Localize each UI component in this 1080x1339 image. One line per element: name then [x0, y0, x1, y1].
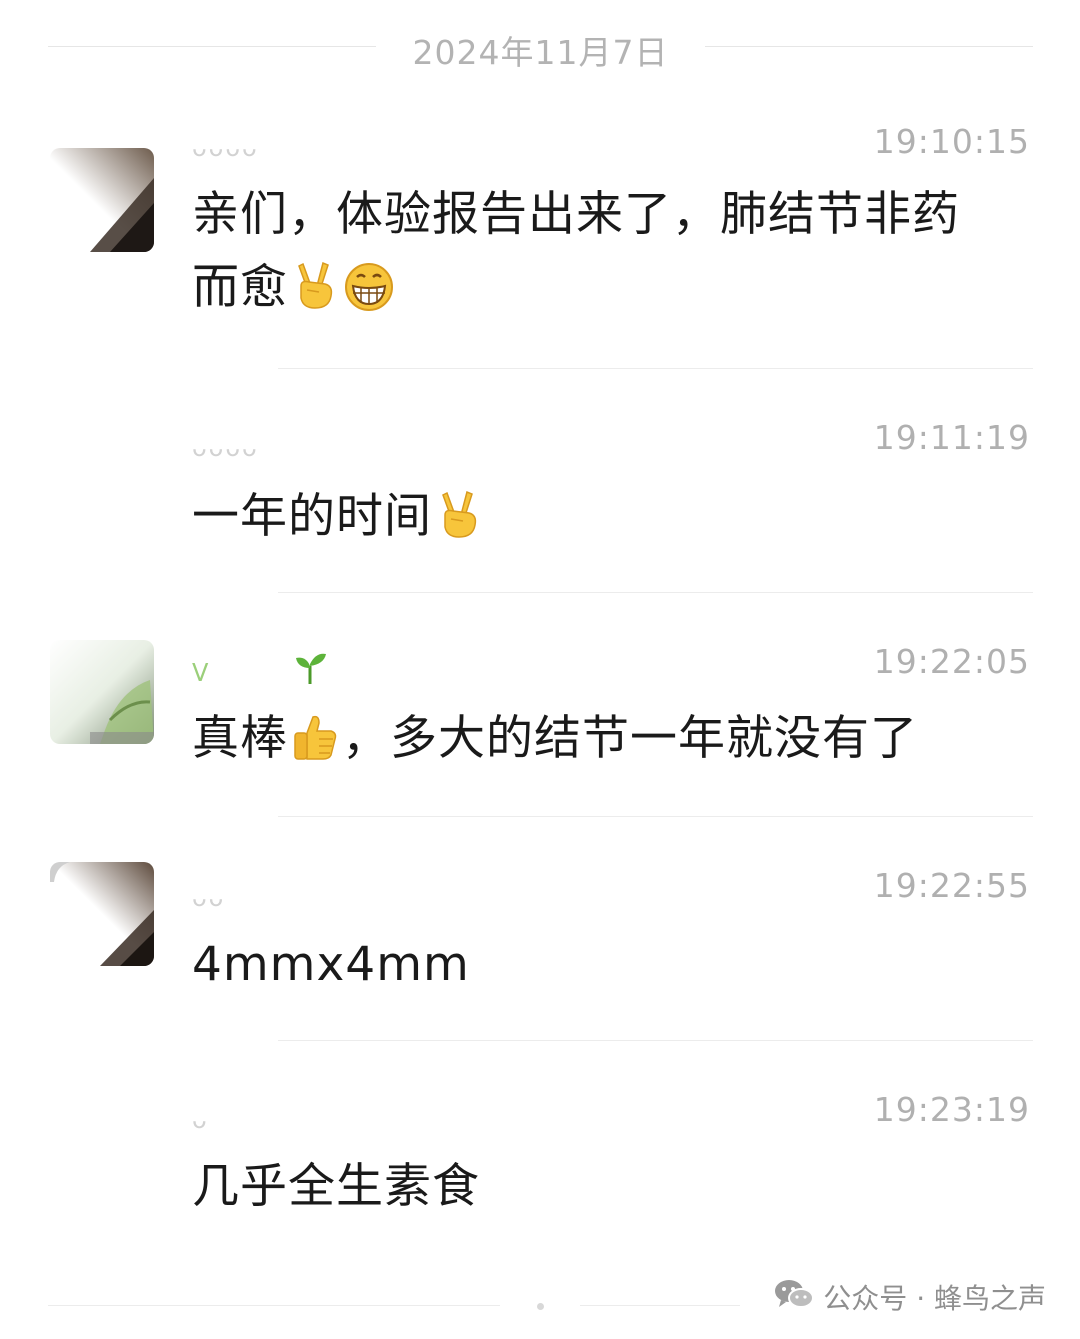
- message-text-line: 而愈: [192, 260, 288, 315]
- message-text[interactable]: 4mmx4mm: [192, 928, 1022, 1001]
- message-text-line: 真棒: [192, 711, 288, 766]
- message-time: 19:10:15: [873, 122, 1030, 161]
- sender-name: ᴗᴗᴗᴗ: [192, 134, 259, 162]
- message-time: 19:22:55: [873, 866, 1030, 905]
- message-divider: [278, 368, 1033, 369]
- avatar[interactable]: [50, 148, 154, 252]
- sprout-icon: [290, 650, 330, 690]
- message-time: 19:11:19: [873, 418, 1030, 457]
- sender-name: ᴗᴗ: [192, 884, 226, 912]
- victory-hand-icon: [289, 260, 341, 312]
- sender-name: ᐯ: [192, 650, 330, 690]
- date-separator: 2024年11月7日: [0, 20, 1080, 72]
- message-text[interactable]: 亲们，体验报告出来了，肺结节非药 而愈: [192, 178, 1022, 324]
- message-text-line: 一年的时间: [192, 489, 432, 544]
- grinning-face-icon: [343, 260, 395, 312]
- watermark-text: 公众号 · 蜂鸟之声: [823, 1282, 1046, 1315]
- message-divider: [278, 1040, 1033, 1041]
- sender-name: ᴗ: [192, 1106, 209, 1134]
- watermark: 公众号 · 蜂鸟之声: [773, 1277, 1046, 1317]
- message-divider: [278, 592, 1033, 593]
- message-time: 19:22:05: [873, 642, 1030, 681]
- bottom-divider: [580, 1305, 740, 1306]
- message-text-line: ，多大的结节一年就没有了: [342, 711, 918, 766]
- message-divider: [278, 816, 1033, 817]
- message-time: 19:23:19: [873, 1090, 1030, 1129]
- sender-name: ᴗᴗᴗᴗ: [192, 434, 259, 462]
- message-text-line: 亲们，体验报告出来了，肺结节非药: [192, 187, 960, 242]
- page-indicator-dot: [537, 1303, 544, 1310]
- date-separator-line-right: [705, 46, 1033, 47]
- wechat-icon: [773, 1277, 823, 1318]
- victory-hand-icon: [433, 489, 485, 541]
- avatar[interactable]: [50, 640, 154, 744]
- thumbs-up-icon: [289, 711, 341, 763]
- message-text[interactable]: 几乎全生素食: [192, 1150, 1022, 1223]
- bottom-divider: [48, 1305, 500, 1306]
- date-separator-line-left: [48, 46, 376, 47]
- date-label: 2024年11月7日: [412, 33, 669, 72]
- avatar[interactable]: [50, 862, 154, 966]
- message-text[interactable]: 真棒 ，多大的结节一年就没有了: [192, 702, 1022, 775]
- message-text[interactable]: 一年的时间: [192, 480, 1022, 553]
- sender-name-text: ᐯ: [192, 659, 211, 687]
